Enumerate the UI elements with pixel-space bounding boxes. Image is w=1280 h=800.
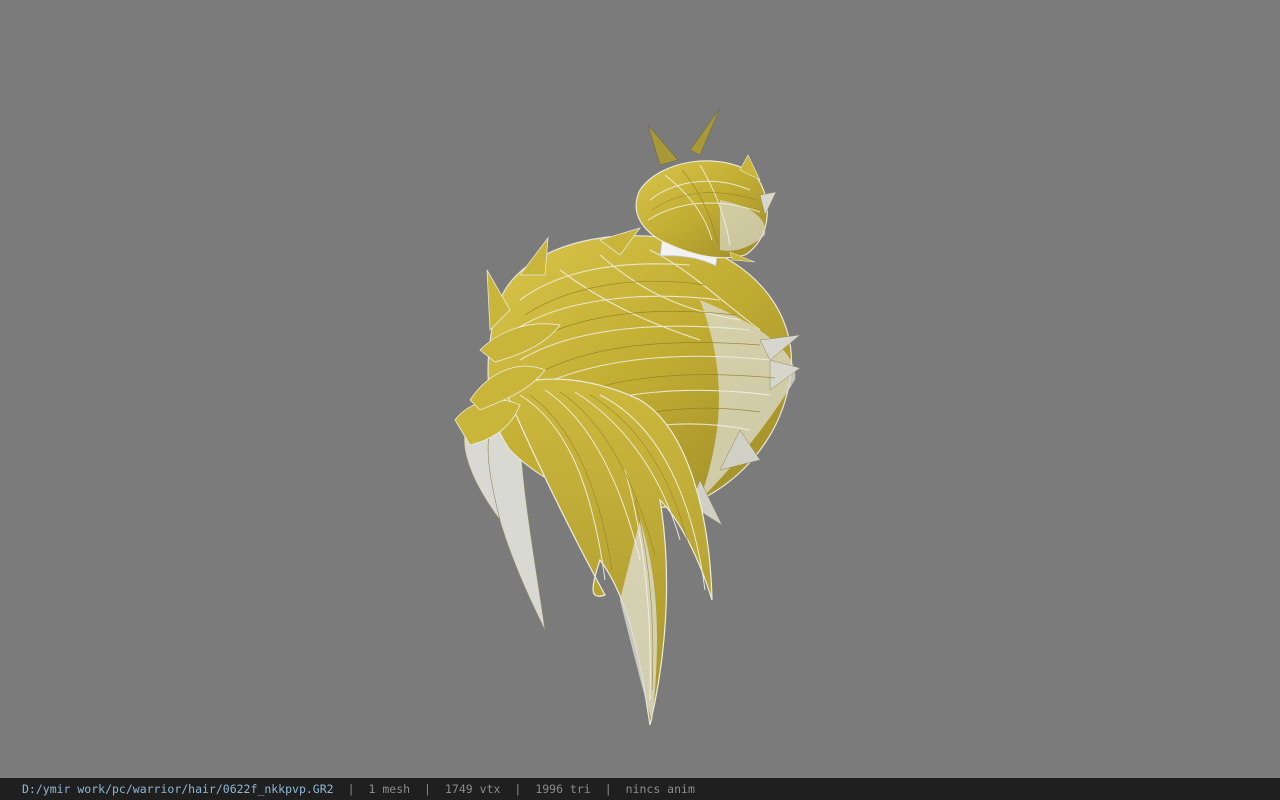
status-bar: D:/ymir work/pc/warrior/hair/0622f_nkkpv…	[0, 778, 1280, 800]
file-path: D:/ymir work/pc/warrior/hair/0622f_nkkpv…	[22, 782, 334, 796]
status-separator: |	[604, 782, 612, 796]
status-separator: |	[347, 782, 355, 796]
animation-status: nincs anim	[625, 782, 695, 796]
mesh-count: 1 mesh	[368, 782, 411, 796]
triangle-count: 1996 tri	[535, 782, 591, 796]
3d-viewport[interactable]	[0, 0, 1280, 778]
vertex-count: 1749 vtx	[444, 782, 501, 796]
hair-model-render	[454, 107, 801, 726]
status-separator: |	[514, 782, 522, 796]
status-separator: |	[424, 782, 431, 796]
